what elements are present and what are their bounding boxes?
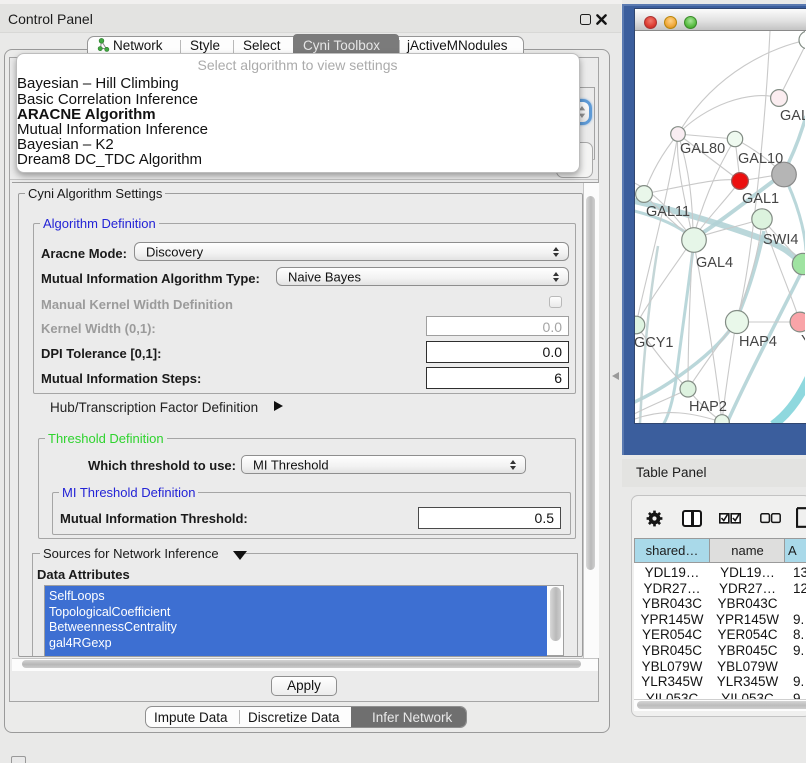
svg-text:GAL10: GAL10 xyxy=(738,151,783,167)
svg-text:Y: Y xyxy=(801,333,805,349)
svg-text:HAP4: HAP4 xyxy=(739,334,777,350)
svg-text:GAL11: GAL11 xyxy=(646,204,690,220)
svg-text:GAL7: GAL7 xyxy=(780,108,805,124)
svg-text:GAL4: GAL4 xyxy=(696,255,733,271)
svg-text:GAL1: GAL1 xyxy=(742,191,779,207)
svg-text:GCY1: GCY1 xyxy=(635,335,674,351)
svg-text:HAP2: HAP2 xyxy=(689,399,727,415)
svg-text:SWI4: SWI4 xyxy=(763,232,798,248)
svg-text:GAL80: GAL80 xyxy=(680,141,725,157)
